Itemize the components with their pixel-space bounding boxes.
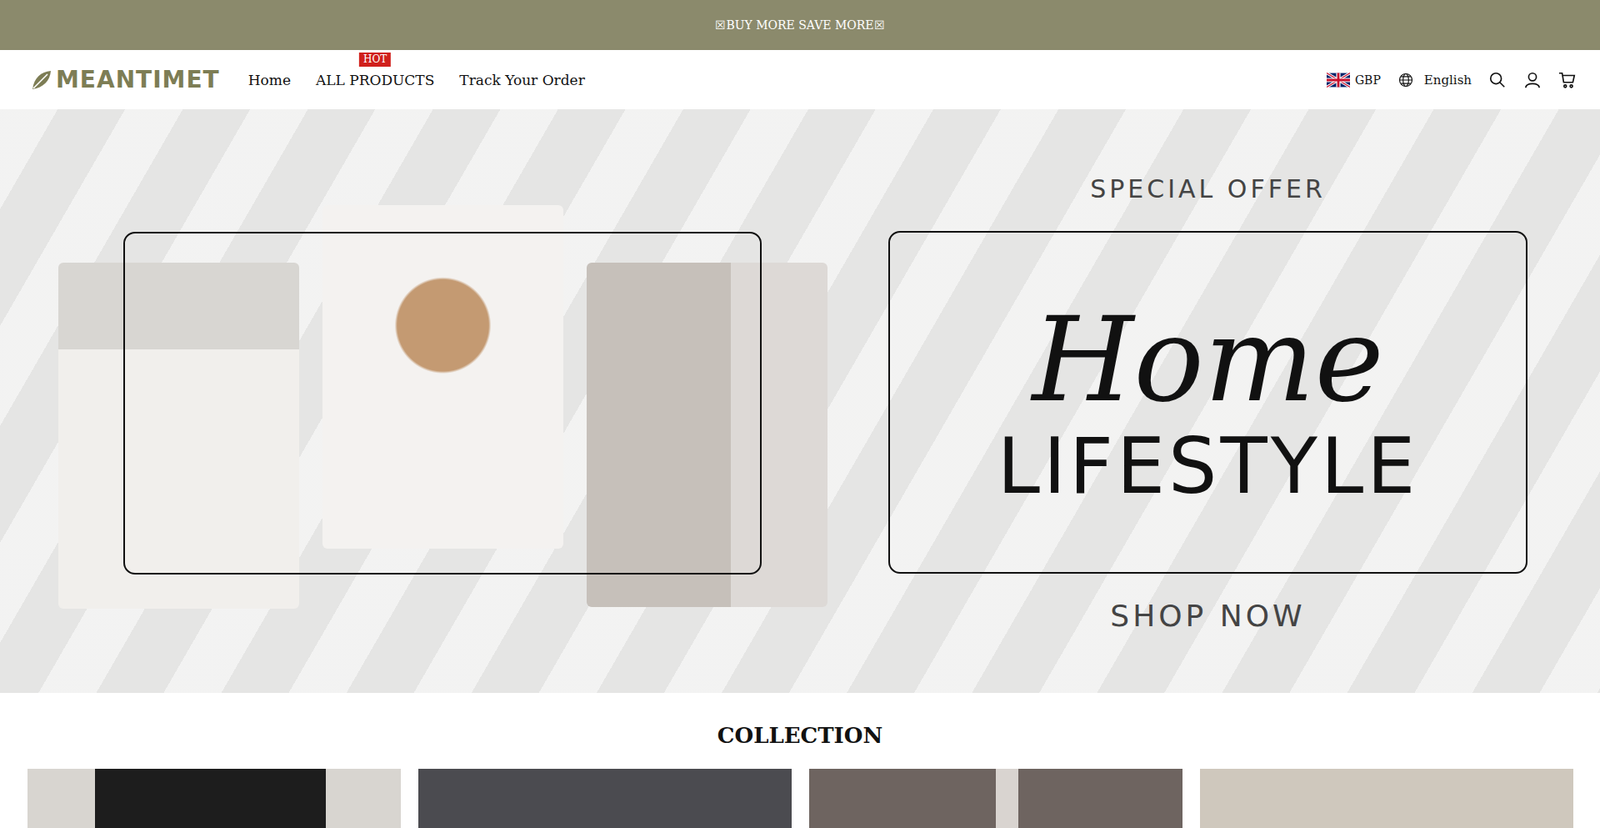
hot-badge: HOT xyxy=(359,52,391,67)
collection-card[interactable] xyxy=(1200,768,1574,828)
photo-collage xyxy=(58,109,826,693)
logo[interactable]: MEANTIMET xyxy=(30,65,220,94)
leaf-icon xyxy=(30,69,53,91)
site-header: MEANTIMET Home HOT ALL PRODUCTS Track You… xyxy=(0,50,1600,110)
search-icon[interactable] xyxy=(1488,70,1507,90)
globe-icon xyxy=(1397,71,1415,89)
offer-title: LIFESTYLE xyxy=(997,424,1420,509)
collection-cards xyxy=(0,768,1600,828)
collection-card[interactable] xyxy=(27,768,401,828)
logo-text: MEANTIMET xyxy=(55,65,220,94)
uk-flag-icon xyxy=(1326,72,1350,88)
header-tools: GBP English xyxy=(1326,70,1577,90)
offer-box: HomeLIFESTYLE xyxy=(888,230,1528,574)
hero-banner[interactable]: SPECIAL OFFER HomeLIFESTYLE SHOP NOW xyxy=(0,109,1600,693)
cart-icon[interactable] xyxy=(1558,70,1577,90)
account-icon[interactable] xyxy=(1523,70,1542,90)
collage-frame xyxy=(123,231,762,575)
clothes-photo xyxy=(58,262,300,609)
currency-selector[interactable]: GBP xyxy=(1326,72,1381,88)
makeup-photo xyxy=(322,205,564,549)
collection-card[interactable] xyxy=(809,768,1183,828)
collection-card[interactable] xyxy=(418,768,792,828)
offer-panel: SPECIAL OFFER HomeLIFESTYLE SHOP NOW xyxy=(888,109,1528,693)
collection-title: COLLECTION xyxy=(0,722,1600,748)
announcement-text: ☒BUY MORE SAVE MORE☒ xyxy=(715,18,885,32)
language-text: English xyxy=(1424,72,1472,88)
offer-eyebrow: SPECIAL OFFER xyxy=(1090,174,1326,204)
currency-text: GBP xyxy=(1355,73,1381,87)
offer-script: Home xyxy=(1032,295,1385,425)
page: ☒BUY MORE SAVE MORE☒ MEANTIMET Home HOT AL… xyxy=(0,0,1600,828)
collection-section: COLLECTION xyxy=(0,692,1600,828)
vase-photo xyxy=(586,262,828,607)
announcement-bar: ☒BUY MORE SAVE MORE☒ xyxy=(0,0,1600,50)
shop-now-button[interactable]: SHOP NOW xyxy=(1110,598,1305,633)
main-nav: Home HOT ALL PRODUCTS Track Your Order xyxy=(248,71,585,89)
nav-item[interactable]: Track Your Order xyxy=(459,71,585,89)
language-selector[interactable]: English xyxy=(1397,71,1472,89)
nav-item[interactable]: Home xyxy=(248,71,291,89)
nav-item[interactable]: HOT ALL PRODUCTS xyxy=(315,71,435,89)
